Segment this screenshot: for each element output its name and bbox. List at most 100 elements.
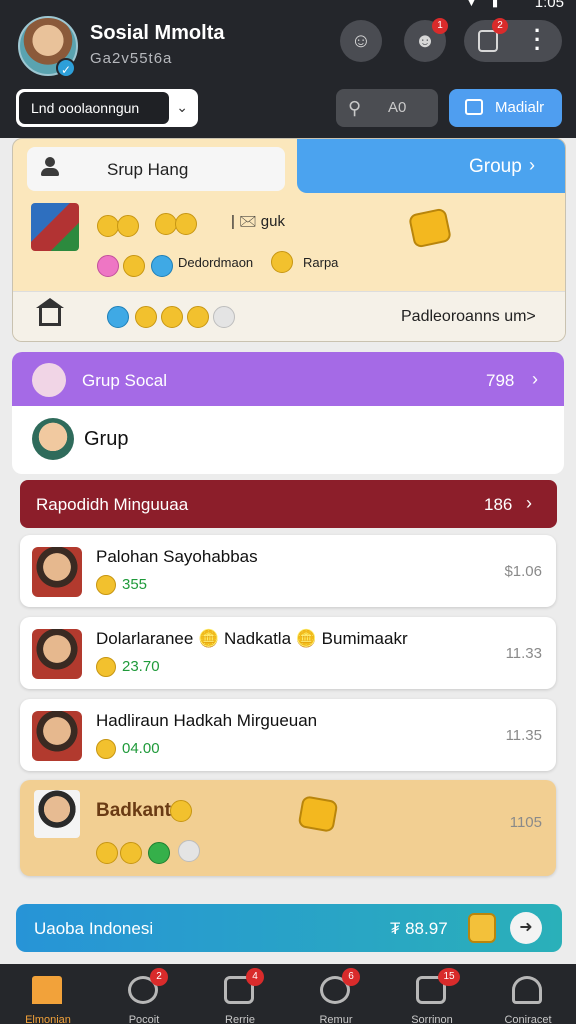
- coin-icon: [96, 739, 116, 759]
- emoji-icon: [123, 255, 145, 277]
- list-item[interactable]: Palohan Sayohabbas 355 $1.06: [20, 535, 556, 607]
- featured-group-card: Srup Hang Group › | 🖂 guk Dedordmaon Rar…: [12, 138, 566, 342]
- coin-icon: [468, 913, 496, 943]
- chevron-right-icon: ›: [532, 369, 538, 389]
- emoji-icon: [97, 215, 119, 237]
- group-thumbnail[interactable]: [31, 203, 79, 251]
- smiley-sticker-icon: [407, 207, 453, 249]
- group-social-header[interactable]: Grup Socal 798 ›: [12, 352, 564, 406]
- balance-bar[interactable]: Uaoba Indonesi ₮ 88.97 ➜: [16, 904, 562, 952]
- group-member-name[interactable]: Grup: [84, 428, 128, 451]
- group-search-label: Srup Hang: [107, 160, 189, 179]
- media-icon: [465, 99, 483, 115]
- media-label: Madialr: [495, 99, 545, 116]
- nav-label: Coniracet: [504, 1014, 552, 1024]
- nav-badge: 15: [438, 968, 460, 986]
- menu-pill[interactable]: · · ·: [464, 20, 562, 62]
- contact-avatar: [32, 629, 82, 679]
- emoji-face-button[interactable]: ☺: [340, 20, 382, 62]
- emoji-icon: [175, 213, 197, 235]
- section-header-red[interactable]: Rapodidh Minguuaa 186 ›: [20, 480, 557, 528]
- emoji-icon: [96, 842, 118, 864]
- coin-icon: [96, 575, 116, 595]
- emoji-icon: [135, 306, 157, 328]
- emoji-icon: [187, 306, 209, 328]
- nav-badge: 4: [246, 968, 264, 986]
- media-button[interactable]: Madialr: [449, 89, 562, 127]
- nav-home[interactable]: Elmonian: [0, 964, 96, 1024]
- nav-messages[interactable]: 15 Sorrinon: [384, 964, 480, 1024]
- group-button-label: Group: [469, 156, 522, 177]
- coin-value: 04.00: [122, 740, 160, 757]
- coin-value: 23.70: [122, 658, 160, 675]
- featured-card-link[interactable]: Padleoroanns um>: [401, 308, 536, 326]
- item-time: 11.33: [505, 645, 542, 662]
- group-button[interactable]: Group ›: [297, 139, 565, 193]
- tablet-icon: [478, 30, 498, 52]
- emoji-icon: [151, 255, 173, 277]
- home-icon: [32, 976, 62, 1004]
- highlighted-list-item[interactable]: Badkant 1105: [20, 780, 556, 876]
- nav-label: Elmonian: [25, 1014, 71, 1024]
- language-label: Lnd ooolaonngun: [19, 92, 169, 124]
- emoji-icon: [161, 306, 183, 328]
- nav-badge: 6: [342, 968, 360, 986]
- emoji-icon: [120, 842, 142, 864]
- smiley-sticker-icon: [297, 795, 339, 833]
- balance-title: Uaoba Indonesi: [34, 919, 154, 938]
- emoji-icon: [155, 213, 177, 235]
- nav-social[interactable]: 2 Pocoit: [96, 964, 192, 1024]
- coin-icon: [96, 657, 116, 677]
- item-time: 1105: [509, 814, 542, 831]
- app-subtitle: Ga2v55t6a: [90, 50, 173, 67]
- contact-avatar: [32, 547, 82, 597]
- group-member-avatar[interactable]: [32, 418, 74, 460]
- person-icon: [512, 976, 542, 1004]
- emoji-icon: [170, 800, 192, 822]
- language-selector[interactable]: Lnd ooolaonngun ⌄: [16, 89, 198, 127]
- more-icon[interactable]: · · ·: [534, 20, 541, 60]
- group-social-count: 798: [486, 371, 515, 390]
- status-time: 1:05: [534, 0, 564, 11]
- list-item[interactable]: Dolarlaranee 🪙 Nadkatla 🪙 Bumimaakr 23.7…: [20, 617, 556, 689]
- chevron-right-icon: ›: [529, 155, 535, 175]
- group-search-field[interactable]: Srup Hang: [27, 147, 285, 191]
- item-time: 11.35: [505, 727, 542, 744]
- nav-badge: 2: [150, 968, 168, 986]
- section-title: Rapodidh Minguuaa: [36, 495, 189, 514]
- nav-profile[interactable]: Coniracet: [480, 964, 576, 1024]
- emoji-icon: [271, 251, 293, 273]
- search-label: A0: [388, 99, 407, 116]
- group-emoji-icon: [32, 363, 66, 397]
- section-count: 186: [484, 495, 513, 514]
- nav-label: Pocoit: [128, 1014, 160, 1024]
- search-button[interactable]: ⚲ A0: [336, 89, 438, 127]
- group-social-title: Grup Socal: [82, 371, 168, 390]
- contact-avatar: [34, 790, 80, 838]
- group-social-card: Grup Socal 798 › Grup: [12, 352, 564, 474]
- nav-label: Sorrinon: [411, 1014, 453, 1024]
- group-activity-text: | 🖂 guk: [231, 213, 285, 230]
- featured-card-footer[interactable]: Padleoroanns um>: [13, 291, 565, 341]
- verified-icon: ✓: [56, 58, 76, 78]
- nav-game[interactable]: 6 Remur: [288, 964, 384, 1024]
- contact-avatar: [32, 711, 82, 761]
- nav-edit[interactable]: 4 Rerrie: [192, 964, 288, 1024]
- emoji-icon: [97, 255, 119, 277]
- item-time: $1.06: [504, 563, 542, 580]
- balance-amount: ₮ 88.97: [390, 919, 448, 938]
- app-header: ▼ ▮ 1:05 ✓ Sosial Mmolta Ga2v55t6a ☺ ☻ 1…: [0, 0, 576, 138]
- contact-name: Dolarlaranee 🪙 Nadkatla 🪙 Bumimaakr: [96, 629, 408, 648]
- arrow-right-icon[interactable]: ➜: [510, 912, 542, 944]
- emoji-icon: [107, 306, 129, 328]
- status-icons: ▼ ▮: [466, 0, 504, 9]
- search-icon: ⚲: [348, 98, 362, 118]
- coin-value: 355: [122, 576, 148, 593]
- menu-badge: 2: [492, 18, 508, 34]
- emoji-icon: [213, 306, 235, 328]
- group-activity-text-2: Dedordmaon: [178, 255, 254, 270]
- home-icon: [36, 298, 64, 326]
- person-icon: [41, 157, 59, 177]
- list-item[interactable]: Hadliraun Hadkah Mirgueuan 04.00 11.35: [20, 699, 556, 771]
- emoji-icon: [148, 842, 170, 864]
